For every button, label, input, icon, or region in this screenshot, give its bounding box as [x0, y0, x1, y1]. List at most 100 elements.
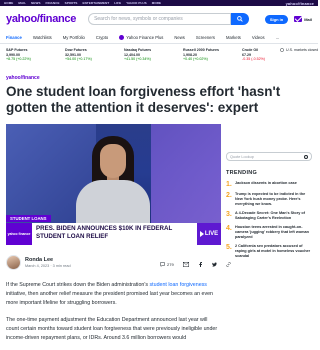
article-body: If the Supreme Court strikes down the Bi… — [6, 281, 218, 350]
finance-nav: Finance Watchlists My Portfolio Crypto Y… — [0, 32, 318, 44]
trending-text: Houston teens arrested in caught-on-came… — [235, 225, 309, 239]
trending-item[interactable]: 1. Jackson dissents in abortion case — [226, 181, 314, 188]
video-logo: yahoo finance — [6, 223, 32, 245]
trending-item[interactable]: 3. A 4-Decade Secret: One Man's Story of… — [226, 211, 314, 221]
video-caption: PRES. BIDEN ANNOUNCES $10K IN FEDERAL ST… — [36, 225, 173, 240]
quote-lookup — [226, 152, 312, 161]
nav-item-markets[interactable]: Markets — [226, 35, 241, 40]
student-loan-forgiveness-link[interactable]: student loan forgiveness — [150, 282, 207, 288]
search-button[interactable] — [230, 13, 249, 25]
article-paragraph: If the Supreme Court strikes down the Bi… — [6, 281, 218, 309]
markets-status-label: U.S. markets closed — [286, 48, 319, 52]
video-player[interactable]: STUDENT LOANS yahoo finance PRES. BIDEN … — [6, 124, 221, 245]
topbar-item-yahoo-plus[interactable]: YAHOO PLUS — [126, 1, 147, 5]
mail-label: Mail — [304, 16, 312, 22]
play-icon — [199, 231, 204, 237]
ticker-text: Russell 2000 Futures 1,908.20 +0.40 (+0.… — [183, 48, 238, 62]
twitter-icon — [211, 262, 217, 267]
site-header: yahoo/finance Sign in Mail — [0, 6, 318, 32]
mail-icon — [294, 16, 303, 22]
markets-status[interactable]: U.S. markets closed — [280, 48, 318, 52]
search-input[interactable] — [94, 16, 225, 22]
live-badge[interactable]: LIVE — [197, 223, 221, 245]
article-source-logo[interactable]: yahoo/finance — [6, 75, 40, 81]
ticker-text: Crude Oil 67.29 -0.35 (-0.52%) — [242, 48, 276, 62]
article-headline: One student loan forgiveness effort 'has… — [6, 84, 281, 115]
author-info: Ronda Lee March 4, 2023 · 3 min read — [25, 257, 71, 268]
ticker-item[interactable]: Crude Oil 67.29 -0.35 (-0.52%) — [242, 48, 276, 62]
link-icon — [226, 262, 231, 267]
trending-title: TRENDING — [226, 170, 258, 176]
nav-item-my-portfolio[interactable]: My Portfolio — [63, 35, 85, 40]
trending-text: 2 California sex predators accused of ra… — [235, 244, 311, 258]
article-paragraph: The one-time payment adjustment the Educ… — [6, 316, 218, 344]
ticker-text: Dow Futures 32,591.00 +54.00 (+0.17%) — [65, 48, 120, 62]
trending-rank: 3. — [226, 211, 232, 218]
ticker-change: +8.75 (+0.22%) — [6, 57, 31, 62]
quote-lookup-input[interactable] — [230, 154, 304, 159]
share-email-button[interactable] — [182, 262, 189, 267]
ticker-text: S&P Futures 3,990.00 +8.75 (+0.22%) — [6, 48, 61, 62]
trending-list: 1. Jackson dissents in abortion case 2. … — [226, 177, 314, 259]
nav-item-watchlists[interactable]: Watchlists — [33, 35, 52, 40]
nav-item-crypto[interactable]: Crypto — [96, 35, 108, 40]
topbar-item-entertainment[interactable]: ENTERTAINMENT — [83, 1, 110, 5]
trending-item[interactable]: 5. 2 California sex predators accused of… — [226, 244, 314, 259]
trending-text: Trump is expected to be indicted in the … — [235, 192, 306, 206]
market-ticker: S&P Futures 3,990.00 +8.75 (+0.22%) Dow … — [0, 44, 318, 69]
share-link-button[interactable] — [226, 262, 231, 267]
ticker-change: +0.40 (+0.02%) — [183, 57, 208, 62]
ticker-item[interactable]: Dow Futures 32,591.00 +54.00 (+0.17%) — [65, 48, 120, 62]
facebook-icon — [198, 262, 202, 267]
topbar-item-finance[interactable]: FINANCE — [46, 1, 60, 5]
share-bar: 279 — [160, 262, 231, 267]
article-date: March 4, 2023 · 3 min read — [25, 264, 71, 268]
video-anchor-face — [100, 144, 126, 178]
nav-item-finance[interactable]: Finance — [6, 35, 22, 40]
topbar-item-news[interactable]: NEWS — [31, 1, 40, 5]
ticker-item[interactable]: S&P Futures 3,990.00 +8.75 (+0.22%) — [6, 48, 61, 62]
nav-item-screeners[interactable]: Screeners — [196, 35, 215, 40]
trending-text: A 4-Decade Secret: One Man's Story of Sa… — [235, 211, 305, 220]
ticker-item[interactable]: Russell 2000 Futures 1,908.20 +0.40 (+0.… — [183, 48, 238, 62]
nav-item-more[interactable]: ... — [276, 35, 280, 40]
paragraph-text: If the Supreme Court strikes down the Bi… — [6, 282, 150, 288]
mail-link[interactable]: Mail — [294, 16, 312, 22]
comment-icon — [160, 262, 165, 267]
trending-rank: 1. — [226, 181, 232, 188]
search-icon — [237, 16, 243, 22]
comment-count: 279 — [167, 262, 174, 267]
topbar-item-home[interactable]: HOME — [4, 1, 13, 5]
trending-text: Jackson dissents in abortion case — [235, 181, 297, 185]
nav-item-yahoo-finance-plus[interactable]: Yahoo Finance Plus — [119, 35, 163, 40]
share-twitter-button[interactable] — [211, 262, 217, 267]
topbar-item-sports[interactable]: SPORTS — [65, 1, 78, 5]
video-topic-tag: STUDENT LOANS — [6, 215, 51, 222]
author-name[interactable]: Ronda Lee — [25, 257, 71, 263]
trending-item[interactable]: 2. Trump is expected to be indicted in t… — [226, 192, 314, 207]
topbar-item-mail[interactable]: MAIL — [18, 1, 26, 5]
ticker-item[interactable]: Nasdaq Futures 12,404.00 +41.50 (+0.34%) — [124, 48, 179, 62]
paragraph-text: The one-time payment adjustment the Educ… — [6, 316, 218, 342]
trending-rank: 2. — [226, 192, 232, 199]
trending-rank: 5. — [226, 244, 232, 251]
yahoo-finance-logo[interactable]: yahoo/finance — [6, 13, 76, 25]
author-byline: Ronda Lee March 4, 2023 · 3 min read — [6, 255, 71, 270]
search-icon[interactable] — [304, 154, 308, 159]
share-facebook-button[interactable] — [198, 262, 203, 267]
author-avatar[interactable] — [6, 255, 21, 270]
topbar-item-more[interactable]: MORE — [152, 1, 161, 5]
plus-badge-icon — [119, 35, 125, 40]
video-caption-bar: yahoo finance PRES. BIDEN ANNOUNCES $10K… — [6, 223, 221, 245]
email-icon — [182, 262, 189, 267]
sign-in-button[interactable]: Sign in — [264, 14, 289, 24]
nav-item-yahoo-finance-plus-label: Yahoo Finance Plus — [126, 35, 164, 40]
trending-item[interactable]: 4. Houston teens arrested in caught-on-c… — [226, 225, 314, 240]
live-label: LIVE — [204, 231, 219, 237]
comments-button[interactable]: 279 — [160, 262, 174, 267]
ticker-change: -0.35 (-0.52%) — [242, 57, 265, 62]
topbar-item-life[interactable]: LIFE — [114, 1, 121, 5]
nav-item-videos[interactable]: Videos — [252, 35, 265, 40]
nav-item-news[interactable]: News — [174, 35, 184, 40]
topbar-brand[interactable]: yahoo!finance — [286, 1, 314, 6]
